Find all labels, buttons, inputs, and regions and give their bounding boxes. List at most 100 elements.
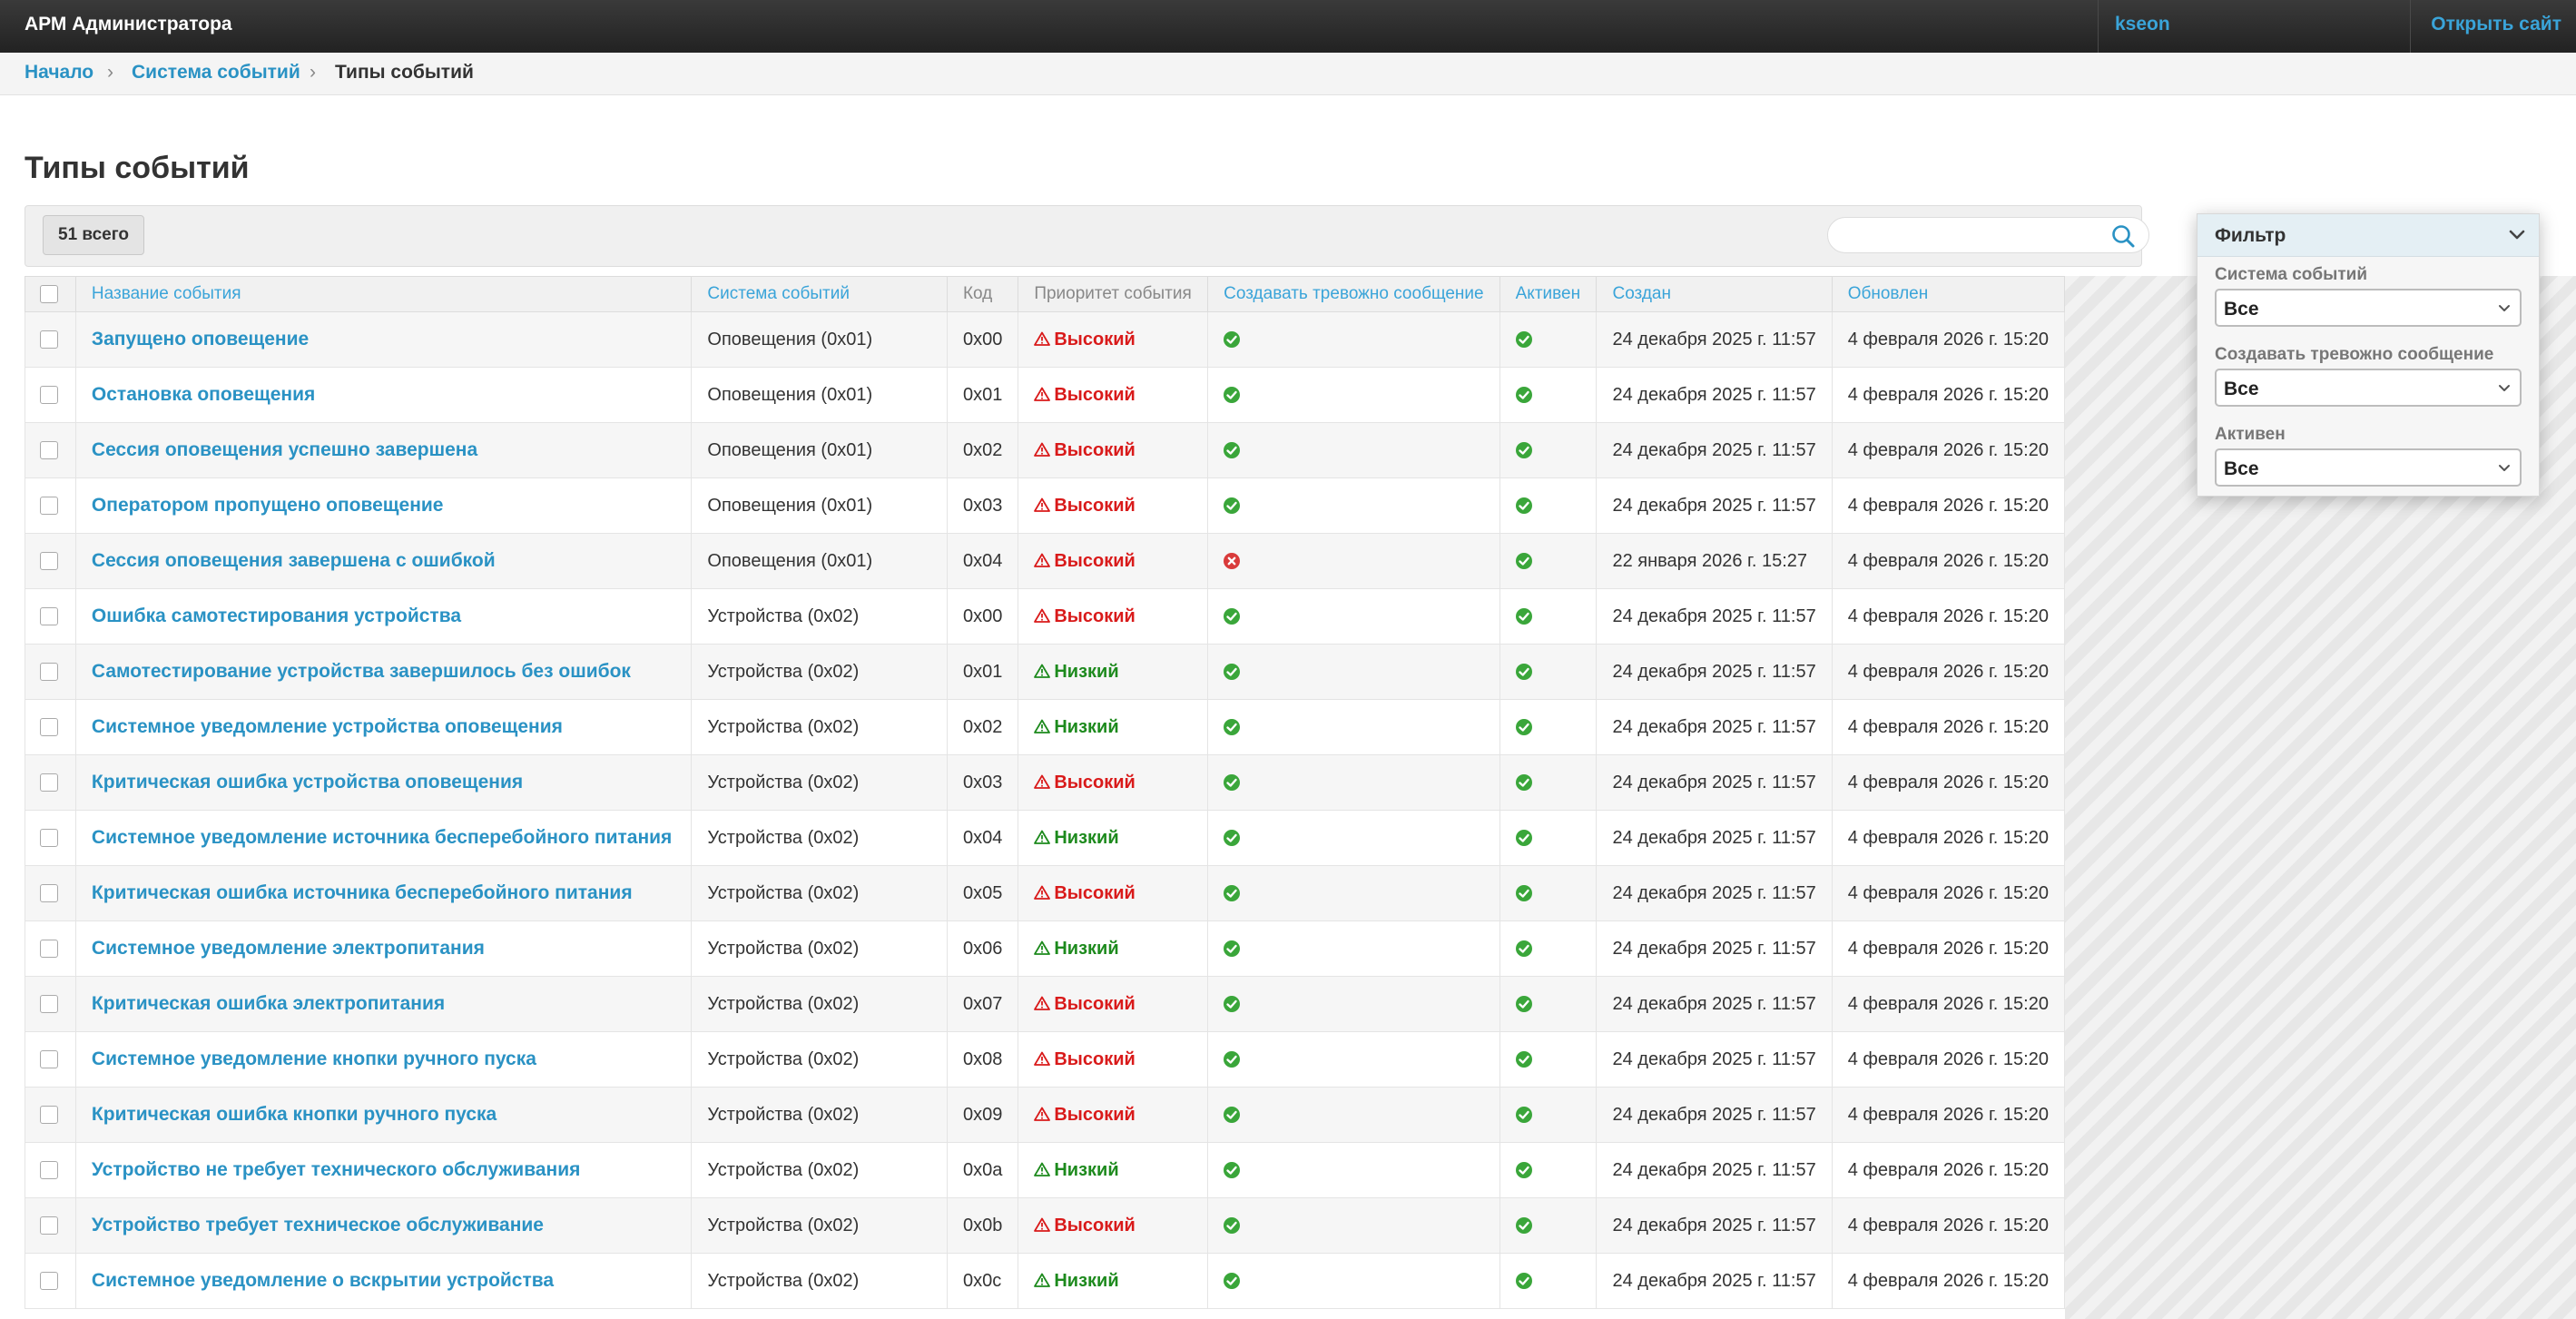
column-header-created[interactable]: Создан	[1596, 276, 1833, 312]
updated-date: 4 февраля 2026 г. 15:20	[1831, 810, 2066, 866]
filter-panel: Фильтр Система событий Все Создавать трево…	[2197, 213, 2540, 497]
row-checkbox[interactable]	[40, 607, 58, 626]
updated-date: 4 февраля 2026 г. 15:20	[1831, 422, 2066, 478]
row-checkbox[interactable]	[40, 718, 58, 737]
created-date: 24 декабря 2025 г. 11:57	[1596, 920, 1833, 977]
filter-select[interactable]: Все	[2215, 448, 2522, 487]
check-circle-icon	[1224, 331, 1241, 349]
event-system: Оповещения (0x01)	[691, 477, 948, 534]
open-site-link[interactable]: Открыть сайт	[2431, 14, 2561, 35]
row-checkbox[interactable]	[40, 773, 58, 792]
column-header-name[interactable]: Название события	[74, 276, 693, 312]
event-name-link[interactable]: Устройство требует техническое обслужива…	[92, 1215, 544, 1235]
column-header-alarm[interactable]: Создавать тревожно сообщение	[1207, 276, 1500, 312]
priority-badge: Низкий	[1034, 938, 1119, 959]
search-icon[interactable]	[2110, 223, 2136, 249]
user-link[interactable]: kseon	[2115, 14, 2170, 35]
row-checkbox[interactable]	[40, 497, 58, 516]
event-system: Устройства (0x02)	[691, 920, 948, 977]
check-circle-icon	[1515, 885, 1532, 902]
event-name-link[interactable]: Устройство не требует технического обслу…	[92, 1159, 580, 1180]
updated-date: 4 февраля 2026 г. 15:20	[1831, 1197, 2066, 1254]
created-date: 24 декабря 2025 г. 11:57	[1596, 1087, 1833, 1143]
event-types-table: Название события Система событий Код При…	[25, 276, 2066, 1309]
row-checkbox[interactable]	[40, 441, 58, 460]
event-code: 0x03	[946, 477, 1019, 534]
row-checkbox[interactable]	[40, 1161, 58, 1180]
priority-badge: Высокий	[1034, 994, 1136, 1014]
row-checkbox[interactable]	[40, 1216, 58, 1235]
event-code: 0x00	[946, 588, 1019, 645]
row-checkbox[interactable]	[40, 884, 58, 903]
row-checkbox[interactable]	[40, 1106, 58, 1125]
event-name-link[interactable]: Остановка оповещения	[92, 384, 315, 405]
priority-label: Высокий	[1054, 1215, 1136, 1235]
filter-header[interactable]: Фильтр	[2197, 214, 2539, 257]
filter-select[interactable]: Все	[2215, 369, 2522, 407]
chevron-down-icon[interactable]	[2508, 227, 2526, 243]
event-code: 0x0c	[946, 1253, 1019, 1309]
priority-badge: Высокий	[1034, 883, 1136, 903]
priority-badge: Высокий	[1034, 1105, 1136, 1125]
event-code: 0x00	[946, 311, 1019, 368]
created-date: 22 января 2026 г. 15:27	[1596, 533, 1833, 589]
event-name-link[interactable]: Оператором пропущено оповещение	[92, 495, 444, 516]
updated-date: 4 февраля 2026 г. 15:20	[1831, 1087, 2066, 1143]
column-header-system[interactable]: Система событий	[691, 276, 948, 312]
priority-label: Низкий	[1054, 938, 1119, 959]
event-name-link[interactable]: Сессия оповещения успешно завершена	[92, 439, 477, 460]
created-date: 24 декабря 2025 г. 11:57	[1596, 754, 1833, 811]
select-all-checkbox[interactable]	[40, 284, 58, 303]
row-checkbox[interactable]	[40, 995, 58, 1014]
created-date: 24 декабря 2025 г. 11:57	[1596, 311, 1833, 368]
event-name-link[interactable]: Сессия оповещения завершена с ошибкой	[92, 550, 496, 571]
check-circle-icon	[1515, 664, 1532, 681]
table-row: Оператором пропущено оповещение Оповещени…	[25, 477, 2066, 534]
event-name-link[interactable]: Системное уведомление источника беспереб…	[92, 827, 672, 848]
row-checkbox[interactable]	[40, 386, 58, 405]
warning-icon	[1034, 719, 1051, 733]
row-checkbox[interactable]	[40, 940, 58, 959]
row-checkbox[interactable]	[40, 663, 58, 682]
row-checkbox[interactable]	[40, 1050, 58, 1069]
event-code: 0x04	[946, 810, 1019, 866]
priority-label: Высокий	[1054, 772, 1136, 792]
search-input[interactable]	[1827, 217, 2149, 253]
created-date: 24 декабря 2025 г. 11:57	[1596, 367, 1833, 423]
event-name-link[interactable]: Ошибка самотестирования устройства	[92, 605, 461, 626]
updated-date: 4 февраля 2026 г. 15:20	[1831, 1031, 2066, 1088]
column-header-active[interactable]: Активен	[1499, 276, 1598, 312]
event-code: 0x01	[946, 367, 1019, 423]
filter-select[interactable]: Все	[2215, 289, 2522, 327]
row-checkbox[interactable]	[40, 330, 58, 349]
check-circle-icon	[1224, 1217, 1241, 1235]
table-row: Критическая ошибка электропитания Устройс…	[25, 976, 2066, 1032]
event-name-link[interactable]: Запущено оповещение	[92, 329, 309, 349]
updated-date: 4 февраля 2026 г. 15:20	[1831, 920, 2066, 977]
event-name-link[interactable]: Системное уведомление устройства оповеще…	[92, 716, 563, 737]
column-header-updated[interactable]: Обновлен	[1831, 276, 2066, 312]
filter-title: Фильтр	[2215, 225, 2286, 246]
filter-group: Создавать тревожно сообщение Все	[2215, 345, 2522, 407]
event-name-link[interactable]: Критическая ошибка электропитания	[92, 993, 445, 1014]
check-circle-icon	[1515, 497, 1532, 515]
warning-icon	[1034, 553, 1051, 567]
event-name-link[interactable]: Системное уведомление электропитания	[92, 938, 485, 959]
event-name-link[interactable]: Самотестирование устройства завершилось …	[92, 661, 631, 682]
check-circle-icon	[1224, 1162, 1241, 1179]
row-checkbox[interactable]	[40, 552, 58, 571]
breadcrumb-section[interactable]: Система событий	[132, 62, 300, 83]
toolbar: 51 всего	[25, 205, 2149, 267]
event-name-link[interactable]: Критическая ошибка источника бесперебойн…	[92, 882, 633, 903]
breadcrumb-home[interactable]: Начало	[25, 62, 93, 83]
event-code: 0x07	[946, 976, 1019, 1032]
event-name-link[interactable]: Системное уведомление кнопки ручного пус…	[92, 1048, 536, 1069]
filter-select-value: Все	[2224, 379, 2259, 399]
event-name-link[interactable]: Критическая ошибка кнопки ручного пуска	[92, 1104, 497, 1125]
event-name-link[interactable]: Критическая ошибка устройства оповещения	[92, 772, 523, 792]
row-checkbox[interactable]	[40, 829, 58, 848]
created-date: 24 декабря 2025 г. 11:57	[1596, 1197, 1833, 1254]
row-checkbox[interactable]	[40, 1272, 58, 1291]
priority-badge: Высокий	[1034, 496, 1136, 516]
event-name-link[interactable]: Системное уведомление о вскрытии устройс…	[92, 1270, 554, 1291]
